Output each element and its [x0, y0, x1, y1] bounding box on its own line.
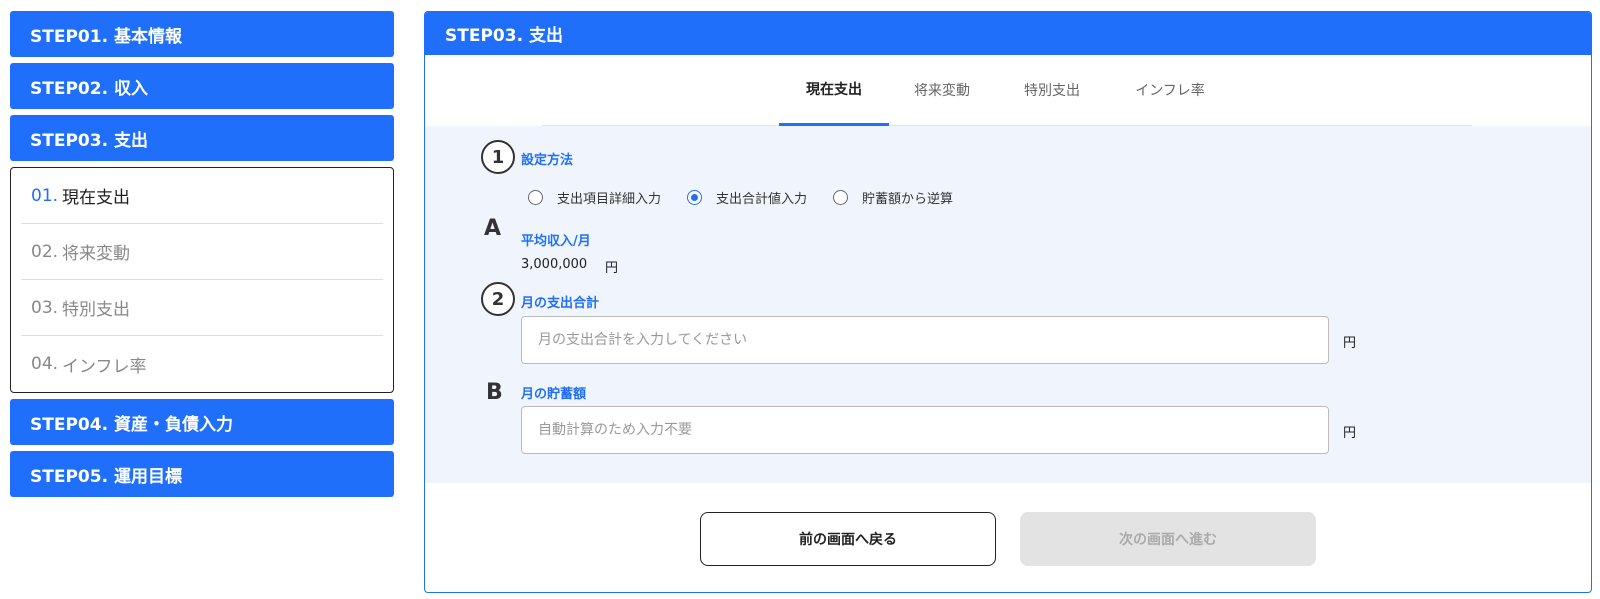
- monthly-savings-unit: 円: [1343, 426, 1357, 441]
- radio-reverse-from-savings[interactable]: 貯蓄額から逆算: [833, 188, 953, 207]
- sidebar-step-05[interactable]: STEP05. 運用目標: [10, 451, 394, 497]
- radio-label: 貯蓄額から逆算: [862, 192, 954, 207]
- substep-label: 特別支出: [62, 300, 131, 320]
- monthly-total-label: 月の支出合計: [521, 296, 600, 311]
- sidebar-substeps: 01. 現在支出 02. 将来変動 03. 特別支出 04. インフレ率: [10, 167, 394, 393]
- tab-bar: 現在支出 将来変動 特別支出 インフレ率: [542, 55, 1472, 126]
- sidebar-step-03[interactable]: STEP03. 支出: [10, 115, 394, 161]
- substep-label: 現在支出: [62, 188, 131, 208]
- substep-number: 02.: [31, 241, 59, 262]
- sidebar: STEP01. 基本情報 STEP02. 収入 STEP03. 支出 01. 現…: [10, 11, 394, 503]
- sidebar-substep-current-expense[interactable]: 01. 現在支出: [21, 168, 383, 224]
- avg-income-unit: 円: [605, 261, 619, 276]
- sidebar-substep-special-expense[interactable]: 03. 特別支出: [21, 280, 383, 336]
- annotation-marker-2: 2: [481, 282, 515, 316]
- next-button: 次の画面へ進む: [1020, 512, 1316, 566]
- sidebar-substep-future-change[interactable]: 02. 将来変動: [21, 224, 383, 280]
- radio-detailed-input[interactable]: 支出項目詳細入力: [528, 188, 661, 207]
- substep-number: 04.: [31, 354, 59, 374]
- sidebar-step-02[interactable]: STEP02. 収入: [10, 63, 394, 109]
- radio-button[interactable]: [833, 190, 849, 205]
- substep-number: 03.: [31, 297, 59, 318]
- avg-income-value: 3,000,000: [521, 257, 588, 272]
- avg-income-label: 平均収入/月: [521, 234, 591, 249]
- radio-label: 支出項目詳細入力: [557, 192, 662, 207]
- panel-title: STEP03. 支出: [425, 12, 1591, 55]
- monthly-total-unit: 円: [1343, 336, 1357, 351]
- method-radio-group: 支出項目詳細入力 支出合計値入力 貯蓄額から逆算: [528, 188, 979, 207]
- method-label: 設定方法: [521, 153, 574, 168]
- annotation-marker-a: A: [484, 216, 502, 241]
- monthly-savings-label: 月の貯蓄額: [521, 387, 587, 402]
- radio-button[interactable]: [528, 190, 543, 205]
- radio-button-checked[interactable]: [687, 190, 703, 205]
- form-area: 1 設定方法 支出項目詳細入力 支出合計値入力 貯蓄額から逆算 A 平均収入/月…: [425, 126, 1591, 483]
- monthly-total-input[interactable]: [521, 316, 1329, 364]
- sidebar-step-01[interactable]: STEP01. 基本情報: [10, 11, 394, 57]
- main-panel: STEP03. 支出 現在支出 将来変動 特別支出 インフレ率 1 設定方法 支…: [424, 11, 1592, 593]
- monthly-savings-input: [521, 406, 1329, 454]
- radio-label: 支出合計値入力: [716, 192, 808, 207]
- prev-button[interactable]: 前の画面へ戻る: [700, 512, 996, 566]
- tab-inflation[interactable]: インフレ率: [1115, 55, 1225, 126]
- substep-label: 将来変動: [62, 244, 131, 264]
- substep-number: 01.: [31, 185, 59, 206]
- annotation-marker-1: 1: [481, 140, 515, 174]
- tab-special-expense[interactable]: 特別支出: [1002, 55, 1102, 126]
- radio-total-input[interactable]: 支出合計値入力: [687, 188, 807, 207]
- annotation-marker-b: B: [486, 380, 503, 405]
- sidebar-substep-inflation[interactable]: 04. インフレ率: [21, 336, 383, 392]
- substep-label: インフレ率: [62, 356, 147, 377]
- sidebar-step-04[interactable]: STEP04. 資産・負債入力: [10, 399, 394, 445]
- tab-current-expense[interactable]: 現在支出: [779, 55, 889, 126]
- tab-future-change[interactable]: 将来変動: [892, 55, 992, 126]
